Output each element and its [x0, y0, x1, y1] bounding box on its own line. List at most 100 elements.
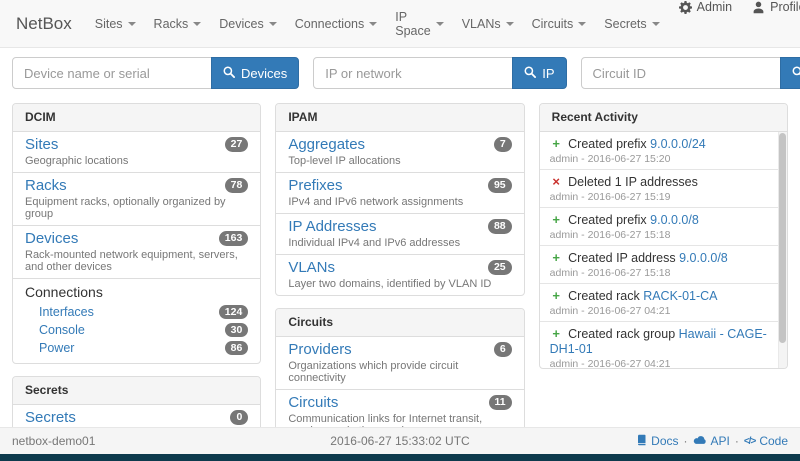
sites-link[interactable]: Sites: [25, 136, 58, 153]
nav-label: Profile: [770, 0, 800, 14]
nav-item-secrets[interactable]: Secrets: [595, 0, 668, 47]
activity-item: + Created rack RACK-01-CA admin - 2016-0…: [540, 284, 787, 322]
activity-object-link[interactable]: RACK-01-CA: [643, 289, 717, 303]
dashboard: DCIM Sites 27 Geographic locations Racks…: [0, 98, 800, 427]
vlans-link[interactable]: VLANs: [288, 259, 335, 276]
circuits-link[interactable]: Circuits: [288, 394, 338, 411]
nav-item-ip-space[interactable]: IP Space: [386, 0, 452, 47]
dashboard-item-providers: Providers 6 Organizations which provide …: [276, 337, 523, 390]
code-link[interactable]: </> Code: [744, 434, 788, 448]
count-badge: 163: [219, 231, 249, 246]
panel-title: Recent Activity: [540, 104, 787, 132]
nav-item-connections[interactable]: Connections: [286, 0, 387, 47]
ip-search-input[interactable]: [313, 57, 513, 89]
item-description: Rack-mounted network equipment, servers,…: [25, 249, 248, 273]
item-description: Geographic locations: [25, 155, 248, 167]
hostname: netbox-demo01: [12, 434, 330, 448]
nav-item-devices[interactable]: Devices: [210, 0, 285, 47]
main-nav: Sites Racks Devices Connections IP Space…: [86, 0, 669, 47]
device-search-button[interactable]: Devices: [211, 57, 299, 89]
docs-link[interactable]: Docs: [635, 434, 678, 449]
activity-object-link[interactable]: 9.0.0.0/8: [679, 251, 728, 265]
item-description: IPv4 and IPv6 network assignments: [288, 196, 511, 208]
ip-search-button[interactable]: IP: [512, 57, 566, 89]
plus-icon: +: [550, 136, 563, 151]
button-label: IP: [542, 66, 554, 81]
link-label: Docs: [651, 434, 678, 448]
connections-title: Connections: [25, 284, 248, 301]
chevron-down-icon: [578, 22, 586, 26]
dashboard-item-racks: Racks 78 Equipment racks, optionally org…: [13, 173, 260, 226]
providers-link[interactable]: Providers: [288, 341, 351, 358]
count-badge: 86: [225, 341, 249, 356]
activity-meta: admin - 2016-06-27 15:18: [550, 267, 769, 280]
power-link[interactable]: Power: [39, 341, 74, 356]
ip-search-group: IP: [313, 57, 566, 89]
dashboard-item-circuits: Circuits 11 Communication links for Inte…: [276, 390, 523, 427]
admin-link[interactable]: Admin: [669, 0, 742, 14]
activity-scrollbar-thumb[interactable]: [779, 133, 786, 343]
search-icon: [792, 66, 800, 81]
devices-link[interactable]: Devices: [25, 230, 78, 247]
secrets-link[interactable]: Secrets: [25, 409, 76, 426]
ip-addresses-link[interactable]: IP Addresses: [288, 218, 376, 235]
nav-item-vlans[interactable]: VLANs: [453, 0, 523, 47]
circuit-search-button[interactable]: Circuits: [780, 57, 800, 89]
device-search-input[interactable]: [12, 57, 212, 89]
count-badge: 95: [488, 178, 512, 193]
activity-list[interactable]: + Created prefix 9.0.0.0/24 admin - 2016…: [540, 132, 787, 368]
activity-item: + Created IP address 9.0.0.0/8 admin - 2…: [540, 246, 787, 284]
plus-icon: +: [550, 288, 563, 303]
dcim-panel: DCIM Sites 27 Geographic locations Racks…: [12, 103, 261, 364]
panel-title: Circuits: [276, 309, 523, 337]
code-icon: </>: [744, 436, 755, 447]
nav-item-racks[interactable]: Racks: [145, 0, 211, 47]
racks-link[interactable]: Racks: [25, 177, 67, 194]
activity-object-link[interactable]: 9.0.0.0/8: [650, 213, 699, 227]
x-icon: ×: [550, 174, 563, 189]
circuit-search-input[interactable]: [581, 57, 781, 89]
panel-title: DCIM: [13, 104, 260, 132]
search-icon: [223, 66, 235, 81]
activity-action: Created rack group: [568, 327, 675, 341]
nav-item-circuits[interactable]: Circuits: [523, 0, 596, 47]
user-nav: Admin Profile Log out: [669, 0, 800, 47]
profile-link[interactable]: Profile: [742, 0, 800, 14]
search-icon: [524, 66, 536, 81]
aggregates-link[interactable]: Aggregates: [288, 136, 365, 153]
item-description: Top-level IP allocations: [288, 155, 511, 167]
chevron-down-icon: [436, 22, 444, 26]
netbox-brand[interactable]: NetBox: [10, 0, 86, 47]
navbar: NetBox Sites Racks Devices Connections I…: [0, 0, 800, 48]
nav-label: Devices: [219, 17, 263, 31]
nav-label: Sites: [95, 17, 123, 31]
count-badge: 25: [488, 260, 512, 275]
search-row: Devices IP Circuits: [0, 48, 800, 98]
activity-action: Created IP address: [568, 251, 675, 265]
panel-title: Secrets: [13, 377, 260, 405]
activity-action: Created prefix: [568, 137, 647, 151]
console-link[interactable]: Console: [39, 323, 85, 338]
cloud-icon: [693, 434, 707, 448]
gear-icon: [679, 1, 692, 14]
activity-object-link[interactable]: 9.0.0.0/24: [650, 137, 706, 151]
interfaces-link[interactable]: Interfaces: [39, 305, 94, 320]
separator: ·: [684, 434, 688, 448]
activity-meta: admin - 2016-06-27 15:18: [550, 229, 769, 242]
connections-row: Power 86: [25, 339, 248, 357]
activity-item: + Created prefix 9.0.0.0/24 admin - 2016…: [540, 132, 787, 170]
chevron-down-icon: [369, 22, 377, 26]
count-badge: 11: [489, 395, 512, 410]
activity-meta: admin - 2016-06-27 15:20: [550, 153, 769, 166]
chevron-down-icon: [269, 22, 277, 26]
connections-row: Interfaces 124: [25, 303, 248, 321]
chevron-down-icon: [193, 22, 201, 26]
link-label: Code: [759, 434, 788, 448]
activity-item: + Created prefix 9.0.0.0/8 admin - 2016-…: [540, 208, 787, 246]
secrets-panel: Secrets Secrets 0 Sensitive data (such a…: [12, 376, 261, 427]
count-badge: 124: [219, 305, 249, 320]
prefixes-link[interactable]: Prefixes: [288, 177, 342, 194]
api-link[interactable]: API: [693, 434, 730, 448]
footer-links: Docs · API · </> Code: [470, 434, 788, 449]
nav-item-sites[interactable]: Sites: [86, 0, 145, 47]
